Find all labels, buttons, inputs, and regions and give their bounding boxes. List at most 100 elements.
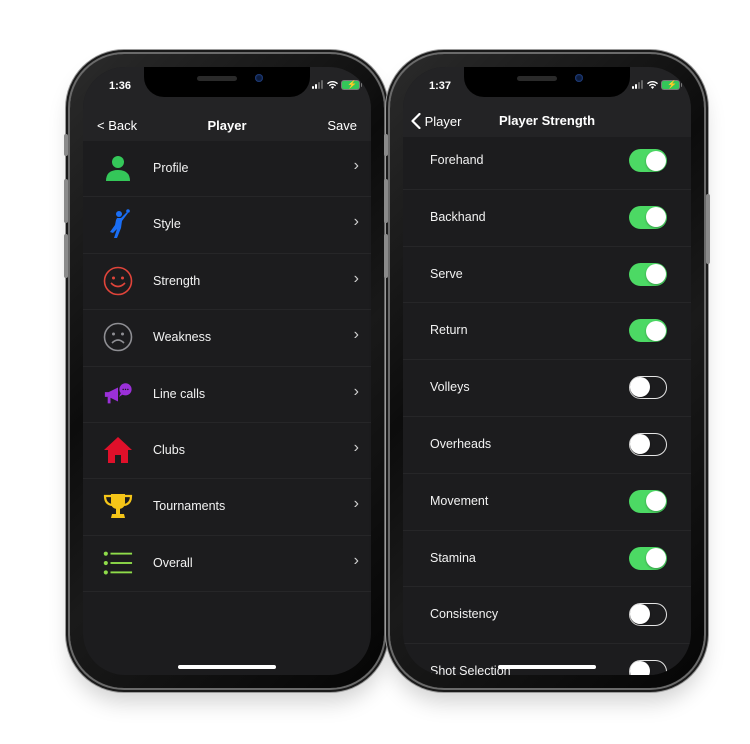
toggle-switch[interactable] — [629, 376, 667, 400]
menu-item-profile[interactable]: Profile › — [83, 141, 371, 198]
toggle-knob — [630, 661, 650, 675]
toggle-switch[interactable] — [629, 319, 667, 343]
camera — [575, 74, 583, 82]
toggle-knob — [630, 604, 650, 625]
status-icons: ⚡ — [312, 80, 362, 89]
menu-item-style[interactable]: Style › — [83, 197, 371, 254]
toggle-switch[interactable] — [629, 546, 667, 570]
toggle-knob — [645, 207, 666, 228]
toggle-switch[interactable] — [629, 603, 667, 627]
toggle-row-serve: Serve — [403, 247, 691, 304]
toggle-switch[interactable] — [629, 432, 667, 456]
chevron-right-icon: › — [353, 438, 359, 456]
notch — [464, 67, 630, 97]
menu-item-clubs[interactable]: Clubs › — [83, 423, 371, 480]
home-indicator[interactable] — [498, 665, 596, 669]
toggle-knob — [645, 150, 666, 171]
toggle-row-forehand: Forehand — [403, 133, 691, 190]
toggle-knob — [645, 548, 666, 569]
trophy-icon — [103, 491, 133, 521]
chevron-right-icon: › — [353, 495, 359, 513]
toggle-label: Overheads — [430, 436, 492, 451]
menu-item-strength[interactable]: Strength › — [83, 254, 371, 311]
toggle-label: Movement — [430, 493, 489, 508]
house-icon — [103, 435, 133, 465]
power-button — [706, 194, 710, 264]
nav-bar: < Back Player Save — [83, 111, 371, 141]
speaker — [197, 76, 237, 81]
phone-left: 1:36 ⚡ < Back Player Save Profile › Styl… — [64, 54, 390, 688]
toggle-label: Volleys — [430, 380, 470, 395]
toggle-switch[interactable] — [629, 149, 667, 172]
home-indicator[interactable] — [178, 665, 276, 669]
smiley-face-icon — [103, 266, 133, 296]
toggle-label: Forehand — [430, 153, 484, 167]
menu-item-tournaments[interactable]: Tournaments › — [83, 479, 371, 536]
player-screen: 1:36 ⚡ < Back Player Save Profile › Styl… — [83, 67, 371, 675]
megaphone-chat-icon — [103, 379, 133, 409]
menu-item-label: Overall — [153, 555, 193, 570]
mute-switch — [64, 134, 68, 156]
toggle-knob — [645, 320, 666, 341]
phone-right: 1:37 ⚡ Player Player Strength Forehand Ba… — [384, 54, 710, 688]
menu-item-label: Style — [153, 217, 181, 232]
signal-icon — [312, 80, 323, 89]
menu-item-label: Profile — [153, 161, 189, 175]
chevron-right-icon: › — [353, 269, 359, 287]
volume-up-button — [64, 179, 68, 223]
toggle-row-return: Return — [403, 303, 691, 361]
menu-item-label: Tournaments — [153, 499, 226, 514]
volume-up-button — [384, 179, 388, 223]
toggle-label: Return — [430, 323, 468, 338]
toggle-knob — [645, 264, 666, 285]
status-time: 1:37 — [429, 80, 452, 92]
status-time: 1:36 — [109, 80, 132, 92]
toggle-switch[interactable] — [629, 660, 667, 675]
save-button[interactable]: Save — [327, 118, 357, 133]
menu-item-line-calls[interactable]: Line calls › — [83, 367, 371, 423]
wifi-icon — [647, 81, 658, 89]
status-icons: ⚡ — [632, 80, 682, 89]
list-icon — [103, 548, 133, 578]
player-menu-list: Profile › Style › Strength › Weakness › … — [83, 141, 371, 593]
toggle-row-consistency: Consistency — [403, 587, 691, 645]
menu-item-label: Clubs — [153, 442, 185, 457]
notch — [144, 67, 310, 97]
wifi-icon — [327, 81, 338, 89]
toggle-row-stamina: Stamina — [403, 531, 691, 588]
tennis-player-icon — [103, 209, 133, 239]
chevron-right-icon: › — [353, 551, 359, 569]
status-bar: 1:37 ⚡ — [403, 67, 691, 111]
volume-down-button — [384, 234, 388, 278]
menu-item-label: Line calls — [153, 386, 206, 401]
signal-icon — [632, 80, 643, 89]
player-strength-screen: 1:37 ⚡ Player Player Strength Forehand Ba… — [403, 67, 691, 675]
camera — [255, 74, 263, 82]
toggle-switch[interactable] — [629, 205, 667, 229]
status-bar: 1:36 ⚡ — [83, 67, 371, 111]
battery-charging-icon: ⚡ — [662, 80, 682, 89]
volume-down-button — [64, 234, 68, 278]
menu-item-label: Strength — [153, 273, 201, 288]
chevron-right-icon: › — [353, 382, 359, 400]
toggle-switch[interactable] — [629, 489, 667, 513]
menu-item-overall[interactable]: Overall › — [83, 536, 371, 593]
toggle-row-backhand: Backhand — [403, 190, 691, 247]
menu-item-weakness[interactable]: Weakness › — [83, 310, 371, 367]
mute-switch — [384, 134, 388, 156]
page-title: Player Strength — [498, 113, 596, 128]
strength-toggle-list: Forehand Backhand Serve Return Volleys Overhe… — [403, 133, 691, 675]
chevron-right-icon: › — [353, 326, 359, 344]
menu-item-label: Weakness — [153, 330, 212, 345]
toggle-knob — [645, 491, 666, 512]
toggle-row-overheads: Overheads — [403, 417, 691, 474]
toggle-label: Backhand — [430, 209, 486, 224]
person-icon — [103, 153, 133, 183]
frown-face-icon — [103, 322, 133, 352]
toggle-label: Consistency — [430, 607, 499, 622]
battery-charging-icon: ⚡ — [342, 80, 362, 89]
toggle-knob — [630, 377, 650, 398]
chevron-right-icon: › — [353, 157, 359, 174]
toggle-switch[interactable] — [629, 262, 667, 286]
chevron-right-icon: › — [353, 213, 359, 231]
